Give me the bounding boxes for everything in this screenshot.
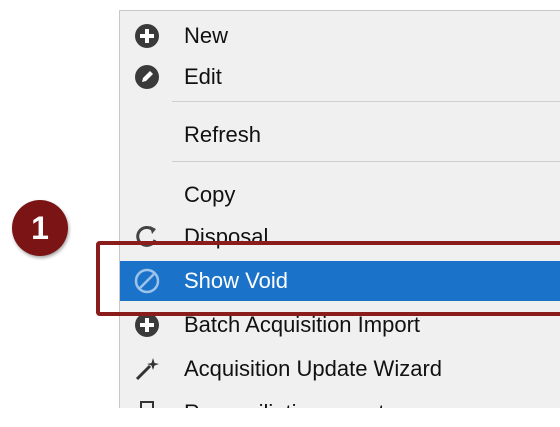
menu-item-edit[interactable]: Edit <box>120 57 560 97</box>
menu-item-show-void[interactable]: Show Void <box>120 261 560 301</box>
menu-item-label: Edit <box>184 64 222 89</box>
context-menu: New Edit Refresh Copy Disposal Show Void… <box>119 10 560 411</box>
menu-item-new[interactable]: New <box>120 16 560 56</box>
menu-item-label: Refresh <box>184 122 262 147</box>
menu-item-copy[interactable]: Copy <box>120 175 560 215</box>
menu-item-batch-acquisition-import[interactable]: Batch Acquisition Import <box>120 305 560 345</box>
plus-circle-icon <box>130 308 164 342</box>
menu-item-label: New <box>184 23 229 48</box>
menu-separator <box>172 101 560 102</box>
prohibited-icon <box>130 264 164 298</box>
menu-item-label: Show Void <box>184 268 288 293</box>
menu-item-label: Copy <box>184 182 236 207</box>
magic-wand-icon <box>130 352 164 386</box>
refresh-arrow-icon <box>130 220 164 254</box>
callout-number-badge: 1 <box>12 200 68 256</box>
menu-item-disposal[interactable]: Disposal <box>120 217 560 257</box>
menu-item-acquisition-update-wizard[interactable]: Acquisition Update Wizard <box>120 349 560 389</box>
menu-item-label: Batch Acquisition Import <box>184 312 421 337</box>
menu-item-label: Acquisition Update Wizard <box>184 356 443 381</box>
pencil-circle-icon <box>130 60 164 94</box>
page-background <box>0 408 560 427</box>
menu-item-refresh[interactable]: Refresh <box>120 115 560 155</box>
menu-separator <box>172 161 560 162</box>
plus-circle-icon <box>130 19 164 53</box>
menu-item-label: Disposal <box>184 224 269 249</box>
